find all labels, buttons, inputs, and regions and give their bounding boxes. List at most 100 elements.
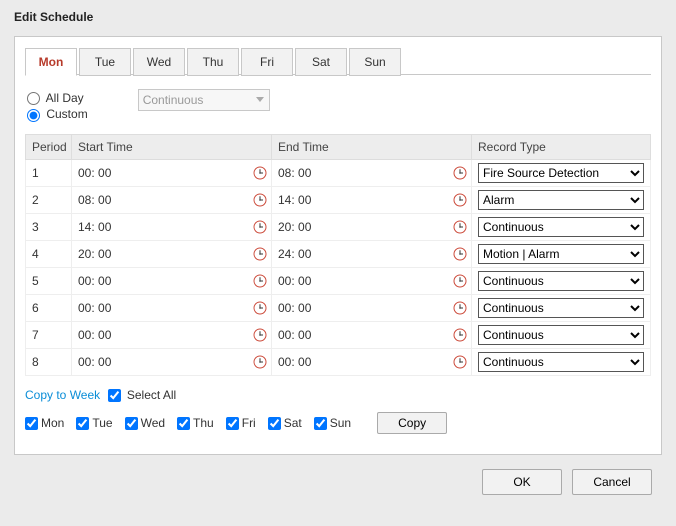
record-type-select[interactable]: ContinuousAlarmMotion | AlarmFire Source… [478,298,644,318]
copy-day-label[interactable]: Wed [125,416,165,430]
start-time-cell[interactable]: 14: 00 [72,213,272,240]
record-type-cell: ContinuousAlarmMotion | AlarmFire Source… [472,240,651,267]
start-time-cell[interactable]: 00: 00 [72,294,272,321]
table-row: 600: 0000: 00ContinuousAlarmMotion | Ala… [26,294,651,321]
start-time-cell[interactable]: 00: 00 [72,267,272,294]
tab-mon[interactable]: Mon [25,48,77,76]
clock-icon[interactable] [453,274,467,288]
record-type-select[interactable]: ContinuousAlarmMotion | AlarmFire Source… [478,163,644,183]
cancel-button[interactable]: Cancel [572,469,652,495]
start-time-cell[interactable]: 00: 00 [72,321,272,348]
select-all-text: Select All [127,388,176,402]
record-type-cell: ContinuousAlarmMotion | AlarmFire Source… [472,267,651,294]
mode-custom-text: Custom [46,107,87,121]
end-time-cell[interactable]: 00: 00 [272,294,472,321]
clock-icon[interactable] [253,220,267,234]
copy-day-checkbox-thu[interactable] [177,417,190,430]
copy-day-checkbox-tue[interactable] [76,417,89,430]
copy-day-label[interactable]: Tue [76,416,112,430]
start-time-value: 00: 00 [78,274,111,288]
select-all-checkbox[interactable] [108,389,121,402]
clock-icon[interactable] [453,193,467,207]
clock-icon[interactable] [453,355,467,369]
end-time-value: 20: 00 [278,220,311,234]
copy-day-checkbox-wed[interactable] [125,417,138,430]
period-cell: 3 [26,213,72,240]
period-cell: 1 [26,159,72,186]
copy-day-text: Sun [330,416,351,430]
header-period: Period [26,134,72,159]
copy-day-label[interactable]: Thu [177,416,214,430]
clock-icon[interactable] [253,301,267,315]
end-time-cell[interactable]: 00: 00 [272,267,472,294]
clock-icon[interactable] [253,328,267,342]
all-day-type-value: Continuous [143,93,204,107]
copy-days-row: Mon Tue Wed Thu Fri Sat Sun Copy [25,406,651,440]
copy-day-label[interactable]: Fri [226,416,256,430]
end-time-cell[interactable]: 20: 00 [272,213,472,240]
start-time-value: 00: 00 [78,301,111,315]
end-time-value: 14: 00 [278,193,311,207]
tab-sun[interactable]: Sun [349,48,401,76]
record-type-select[interactable]: ContinuousAlarmMotion | AlarmFire Source… [478,271,644,291]
start-time-cell[interactable]: 20: 00 [72,240,272,267]
clock-icon[interactable] [253,247,267,261]
table-row: 700: 0000: 00ContinuousAlarmMotion | Ala… [26,321,651,348]
tab-wed[interactable]: Wed [133,48,185,76]
start-time-cell[interactable]: 08: 00 [72,186,272,213]
clock-icon[interactable] [253,274,267,288]
clock-icon[interactable] [253,355,267,369]
copy-button[interactable]: Copy [377,412,447,434]
end-time-cell[interactable]: 00: 00 [272,348,472,375]
copy-day-label[interactable]: Sun [314,416,351,430]
clock-icon[interactable] [453,247,467,261]
table-row: 8 00: 00 00: 00 ContinuousAlarmMotion | Ala… [26,348,651,375]
copy-day-text: Sat [284,416,302,430]
tab-sat[interactable]: Sat [295,48,347,76]
ok-button[interactable]: OK [482,469,562,495]
clock-icon[interactable] [253,193,267,207]
table-row: 3 14: 00 20: 00 ContinuousAlarmMotion | Ala… [26,213,651,240]
footer-buttons: OK Cancel [0,455,676,495]
tab-thu[interactable]: Thu [187,48,239,76]
all-day-type-select: Continuous [138,89,270,111]
start-time-value: 14: 00 [78,220,111,234]
record-type-select[interactable]: ContinuousAlarmMotion | AlarmFire Source… [478,325,644,345]
select-all-label[interactable]: Select All [108,388,177,402]
copy-day-checkbox-mon[interactable] [25,417,38,430]
copy-day-label[interactable]: Mon [25,416,64,430]
end-time-cell[interactable]: 24: 00 [272,240,472,267]
record-type-select[interactable]: ContinuousAlarmMotion | AlarmFire Source… [478,244,644,264]
day-tabs: MonTueWedThuFriSatSun [25,47,651,75]
mode-all-day-radio[interactable] [27,92,40,105]
start-time-cell[interactable]: 00: 00 [72,159,272,186]
record-type-select[interactable]: ContinuousAlarmMotion | AlarmFire Source… [478,352,644,372]
start-time-value: 00: 00 [78,355,111,369]
copy-day-label[interactable]: Sat [268,416,302,430]
end-time-cell[interactable]: 08: 00 [272,159,472,186]
copy-to-week-link[interactable]: Copy to Week [25,388,100,402]
tab-fri[interactable]: Fri [241,48,293,76]
copy-day-checkbox-sat[interactable] [268,417,281,430]
clock-icon[interactable] [453,166,467,180]
record-type-select[interactable]: ContinuousAlarmMotion | AlarmFire Source… [478,217,644,237]
record-type-cell: ContinuousAlarmMotion | AlarmFire Source… [472,321,651,348]
mode-custom-radio[interactable] [27,109,40,122]
clock-icon[interactable] [453,301,467,315]
record-type-cell: ContinuousAlarmMotion | AlarmFire Source… [472,348,651,375]
record-type-cell: ContinuousAlarmMotion | AlarmFire Source… [472,213,651,240]
end-time-cell[interactable]: 00: 00 [272,321,472,348]
end-time-cell[interactable]: 14: 00 [272,186,472,213]
clock-icon[interactable] [453,328,467,342]
clock-icon[interactable] [253,166,267,180]
record-type-select[interactable]: ContinuousAlarmMotion | AlarmFire Source… [478,190,644,210]
start-time-cell[interactable]: 00: 00 [72,348,272,375]
tab-tue[interactable]: Tue [79,48,131,76]
mode-all-day-label[interactable]: All Day [27,91,88,105]
clock-icon[interactable] [453,220,467,234]
start-time-value: 00: 00 [78,166,111,180]
mode-custom-label[interactable]: Custom [27,107,88,121]
copy-day-checkbox-sun[interactable] [314,417,327,430]
period-cell: 8 [26,348,72,375]
copy-day-checkbox-fri[interactable] [226,417,239,430]
